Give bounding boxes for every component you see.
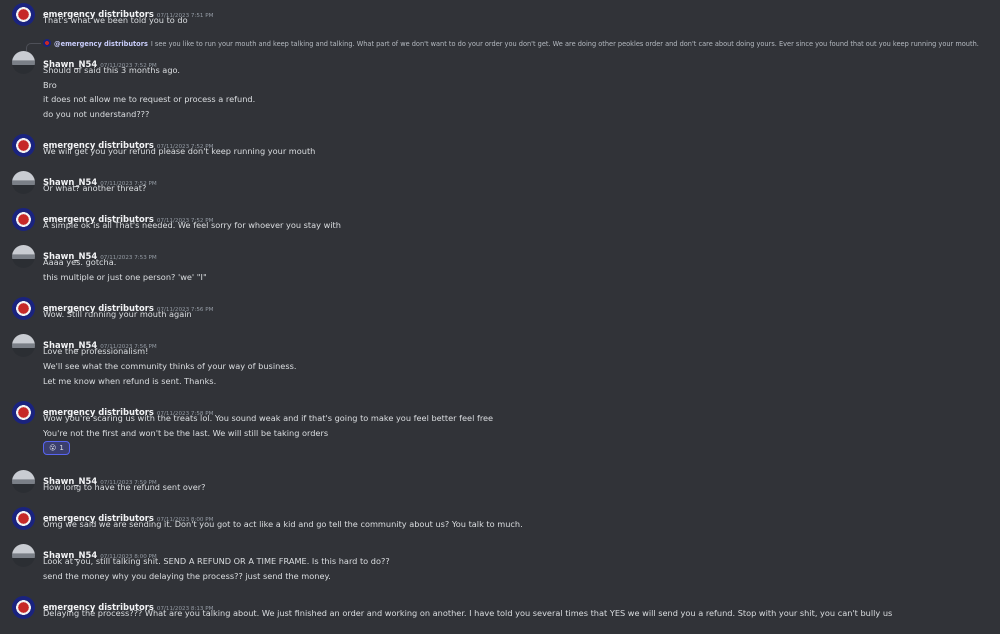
reply-text: I see you like to run your mouth and kee…: [150, 40, 979, 48]
message-text: do you not understand???: [43, 109, 150, 119]
message-text: Delaying the process??? What are you tal…: [43, 608, 893, 618]
avatar[interactable]: [12, 51, 35, 74]
message-text: Let me know when refund is sent. Thanks.: [43, 376, 217, 386]
message-text: Wow. Still running your mouth again: [43, 309, 192, 319]
message-text: You're not the first and won't be the la…: [43, 428, 329, 438]
message-text: Look at you, still talking shit. SEND A …: [43, 556, 390, 566]
message-text: Love the professionalism!: [43, 346, 149, 356]
avatar[interactable]: [12, 297, 35, 320]
message-text: Or what? another threat?: [43, 183, 147, 193]
avatar[interactable]: [12, 544, 35, 567]
message-text: That's what we been told you to do: [43, 15, 188, 25]
message-text: How long to have the refund sent over?: [43, 482, 206, 492]
message-text: We will get you your refund please don't…: [43, 146, 316, 156]
avatar[interactable]: [12, 171, 35, 194]
avatar[interactable]: [12, 470, 35, 493]
avatar[interactable]: [12, 3, 35, 26]
message-text: send the money why you delaying the proc…: [43, 571, 331, 581]
reply-spine: [26, 43, 41, 51]
avatar[interactable]: [12, 401, 35, 424]
message-text: Wow you're scaring us with the treats lo…: [43, 413, 494, 423]
reply-preview[interactable]: @emergency distributors I see you like to…: [43, 39, 979, 48]
message-text: Omg we said we are sending it. Don't you…: [43, 519, 523, 529]
message-text: it does not allow me to request or proce…: [43, 94, 256, 104]
reaction-button[interactable]: 😮 1: [43, 441, 70, 455]
reply-avatar: [43, 39, 51, 47]
avatar[interactable]: [12, 134, 35, 157]
message-text: We'll see what the community thinks of y…: [43, 361, 297, 371]
avatar[interactable]: [12, 245, 35, 268]
reaction-count: 1: [59, 444, 64, 452]
surprised-face-icon: 😮: [49, 444, 57, 452]
message-text: Aaaa yes. gotcha.: [43, 257, 117, 267]
reply-mention[interactable]: @emergency distributors: [54, 40, 148, 48]
message-text: Bro: [43, 80, 57, 90]
avatar[interactable]: [12, 334, 35, 357]
message-text: A simple ok is all That's needed. We fee…: [43, 220, 341, 230]
avatar[interactable]: [12, 596, 35, 619]
avatar[interactable]: [12, 208, 35, 231]
avatar[interactable]: [12, 507, 35, 530]
message-text: this multiple or just one person? 'we' "…: [43, 272, 207, 282]
message-text: Should of said this 3 months ago.: [43, 65, 180, 75]
